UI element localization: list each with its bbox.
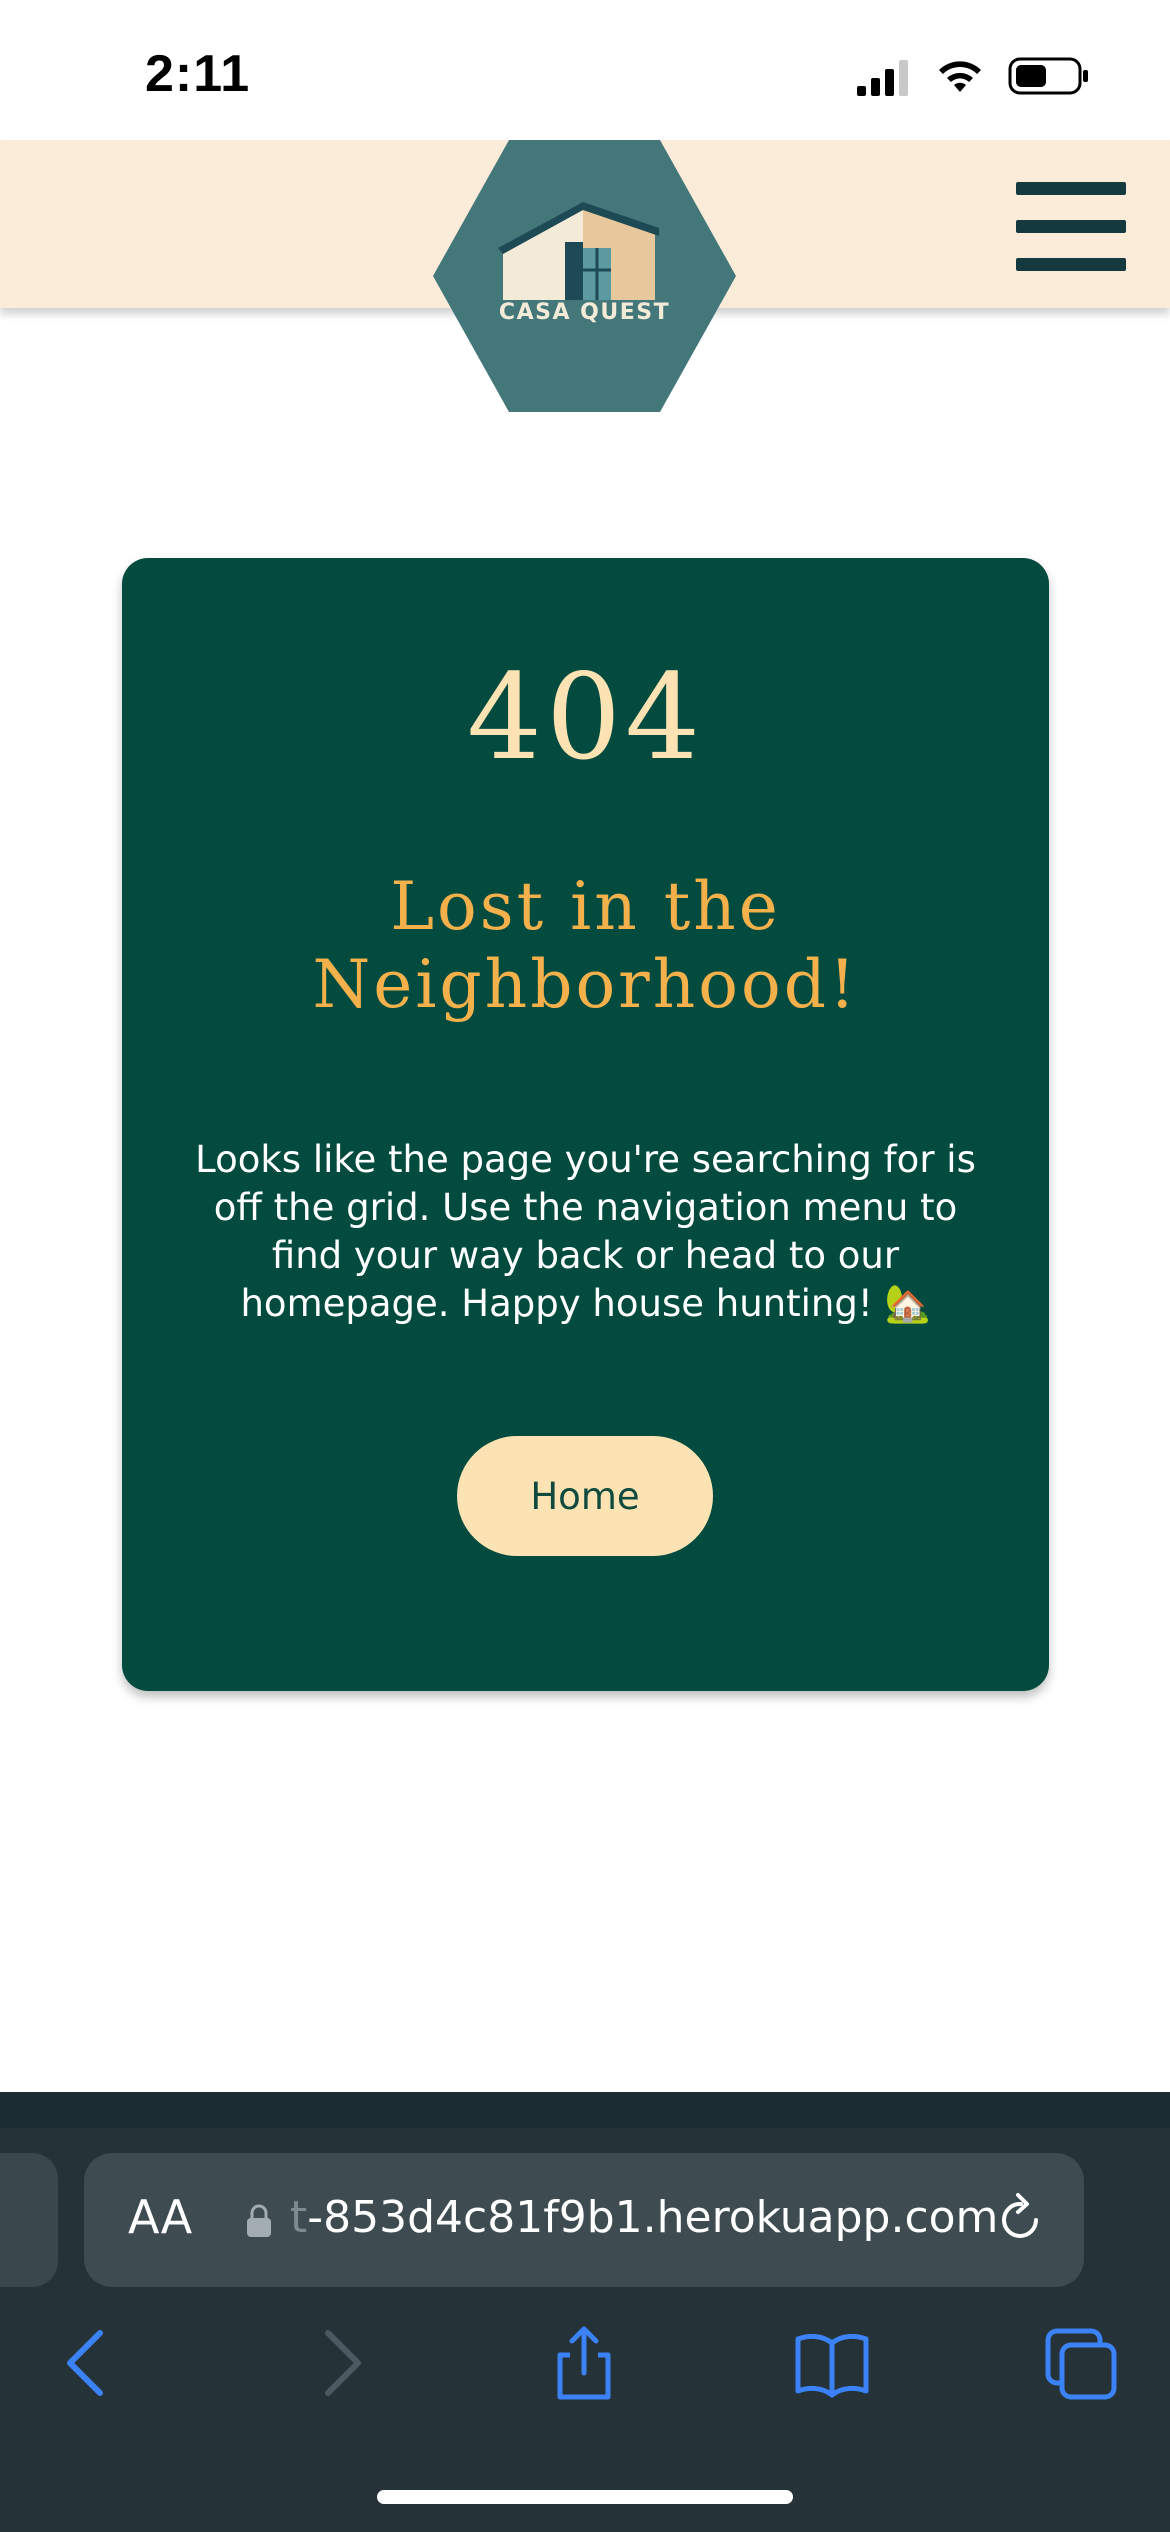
url-domain: -853d4c81f9b1.herokuapp.com: [307, 2192, 999, 2243]
error-code: 404: [466, 648, 705, 786]
error-headline: Lost in the Neighborhood!: [312, 868, 859, 1023]
home-button[interactable]: Home: [457, 1436, 713, 1556]
reload-icon[interactable]: [994, 2190, 1048, 2248]
cellular-signal-icon: [857, 60, 908, 96]
logo-text: CASA QUEST: [498, 300, 671, 325]
hamburger-menu-icon[interactable]: [1016, 180, 1126, 272]
tabs-icon[interactable]: [1042, 2325, 1118, 2401]
error-card: 404 Lost in the Neighborhood! Looks like…: [122, 558, 1049, 1691]
url-faded-prefix: t: [290, 2192, 308, 2243]
share-icon[interactable]: [546, 2325, 622, 2401]
lock-icon: [247, 2204, 271, 2237]
back-icon[interactable]: [50, 2325, 126, 2401]
wifi-icon: [939, 61, 981, 92]
reader-settings-button[interactable]: AA: [128, 2190, 192, 2244]
battery-icon: [1008, 57, 1088, 95]
bookmarks-icon[interactable]: [794, 2325, 870, 2401]
status-bar: 2:11: [0, 0, 1170, 140]
previous-tab-peek[interactable]: [0, 2153, 58, 2287]
aa-label: AA: [128, 2190, 193, 2244]
home-indicator[interactable]: [377, 2490, 793, 2504]
casa-quest-logo[interactable]: [433, 140, 736, 412]
url-text[interactable]: t-853d4c81f9b1.herokuapp.com: [290, 2192, 998, 2243]
forward-icon[interactable]: [302, 2325, 378, 2401]
browser-toolbar-edge: [0, 2092, 1170, 2128]
error-message: Looks like the page you're searching for…: [195, 1138, 976, 1325]
status-time: 2:11: [145, 45, 251, 103]
